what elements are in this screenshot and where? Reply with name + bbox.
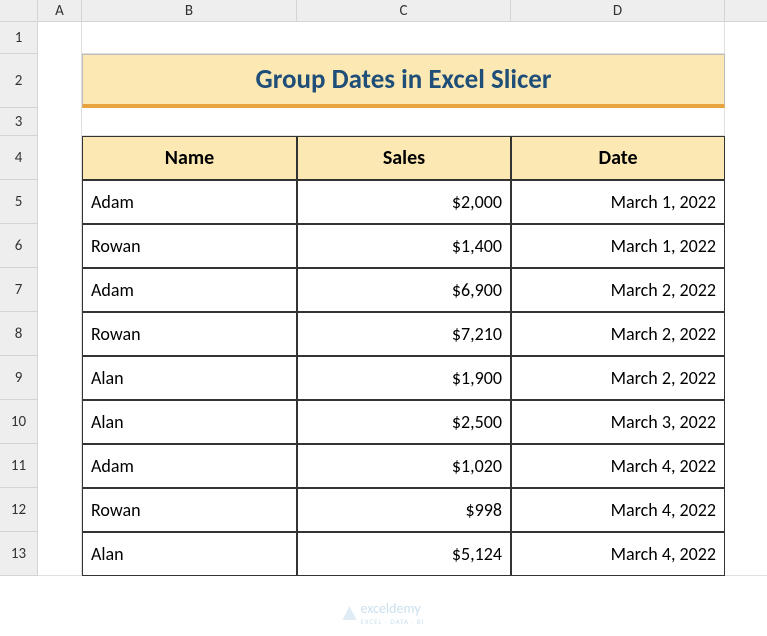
cell[interactable]	[82, 108, 725, 136]
select-all-corner[interactable]	[0, 0, 38, 22]
row-header-10[interactable]: 10	[0, 400, 38, 444]
row-header-9[interactable]: 9	[0, 356, 38, 400]
table-cell[interactable]: Alan	[82, 356, 297, 400]
col-header-c[interactable]: C	[297, 0, 511, 22]
table-cell[interactable]: March 2, 2022	[511, 268, 725, 312]
table-cell[interactable]: $6,900	[297, 268, 511, 312]
table-cell[interactable]: March 4, 2022	[511, 532, 725, 576]
row-header-3[interactable]: 3	[0, 108, 38, 136]
cell[interactable]	[725, 22, 767, 576]
table-cell[interactable]: March 4, 2022	[511, 488, 725, 532]
table-cell[interactable]: March 2, 2022	[511, 312, 725, 356]
table-cell[interactable]: March 1, 2022	[511, 180, 725, 224]
table-cell[interactable]: March 2, 2022	[511, 356, 725, 400]
table-cell[interactable]: Adam	[82, 444, 297, 488]
table-cell[interactable]: March 4, 2022	[511, 444, 725, 488]
table-cell[interactable]: Alan	[82, 532, 297, 576]
row-header-13[interactable]: 13	[0, 532, 38, 576]
watermark-brand: exceldemy	[360, 600, 420, 617]
table-cell[interactable]: March 3, 2022	[511, 400, 725, 444]
table-cell[interactable]: Rowan	[82, 312, 297, 356]
table-cell[interactable]: $998	[297, 488, 511, 532]
watermark-sub: EXCEL · DATA · BI	[360, 617, 424, 626]
row-header-5[interactable]: 5	[0, 180, 38, 224]
col-header-b[interactable]: B	[82, 0, 297, 22]
table-cell[interactable]: $2,500	[297, 400, 511, 444]
table-cell[interactable]: $7,210	[297, 312, 511, 356]
table-header-name[interactable]: Name	[82, 136, 297, 180]
spreadsheet-grid: A B C D 1 2 3 4 5 6 7 8 9 10 11 12 13 Gr…	[0, 0, 767, 576]
row-header-4[interactable]: 4	[0, 136, 38, 180]
col-header-a[interactable]: A	[38, 0, 82, 22]
table-cell[interactable]: $5,124	[297, 532, 511, 576]
row-header-8[interactable]: 8	[0, 312, 38, 356]
row-header-2[interactable]: 2	[0, 54, 38, 108]
row-header-6[interactable]: 6	[0, 224, 38, 268]
col-header-empty	[725, 0, 767, 22]
table-cell[interactable]: Alan	[82, 400, 297, 444]
table-cell[interactable]: $1,900	[297, 356, 511, 400]
table-cell[interactable]: March 1, 2022	[511, 224, 725, 268]
row-header-1[interactable]: 1	[0, 22, 38, 54]
watermark: exceldemy EXCEL · DATA · BI	[342, 600, 424, 626]
cell[interactable]	[38, 22, 82, 576]
cell[interactable]	[82, 22, 725, 54]
table-cell[interactable]: Rowan	[82, 224, 297, 268]
table-cell[interactable]: Adam	[82, 180, 297, 224]
chart-icon	[342, 606, 356, 620]
col-header-d[interactable]: D	[511, 0, 725, 22]
table-cell[interactable]: Adam	[82, 268, 297, 312]
table-cell[interactable]: Rowan	[82, 488, 297, 532]
table-header-sales[interactable]: Sales	[297, 136, 511, 180]
table-cell[interactable]: $1,020	[297, 444, 511, 488]
table-header-date[interactable]: Date	[511, 136, 725, 180]
row-header-11[interactable]: 11	[0, 444, 38, 488]
row-header-12[interactable]: 12	[0, 488, 38, 532]
page-title[interactable]: Group Dates in Excel Slicer	[82, 54, 725, 108]
table-cell[interactable]: $1,400	[297, 224, 511, 268]
table-cell[interactable]: $2,000	[297, 180, 511, 224]
row-header-7[interactable]: 7	[0, 268, 38, 312]
